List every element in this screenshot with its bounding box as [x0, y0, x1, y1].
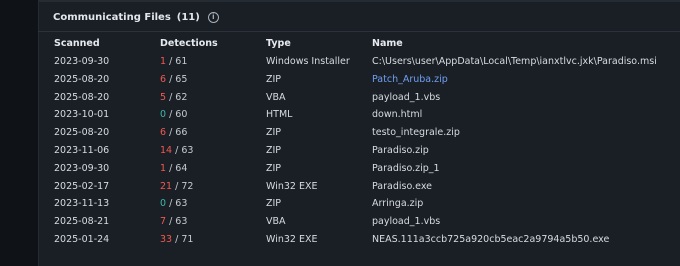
detections-total: / 64 — [166, 162, 188, 174]
file-name[interactable]: payload_1.vbs — [372, 213, 440, 231]
file-name[interactable]: Arringa.zip — [372, 195, 423, 213]
scanned-date: 2023-09-30 — [54, 162, 110, 174]
table-row[interactable]: 2025-08-20 5 / 62 VBA payload_1.vbs — [0, 89, 680, 107]
scanned-date: 2023-10-01 — [54, 109, 110, 121]
detections-hits: 33 — [160, 234, 173, 245]
file-name[interactable]: payload_1.vbs — [372, 89, 440, 107]
detections-total: / 63 — [172, 145, 194, 156]
table-row[interactable]: 2023-11-06 14 / 63 ZIP Paradiso.zip — [0, 142, 680, 160]
detections-total: / 63 — [166, 216, 188, 228]
table-row[interactable]: 2023-09-30 1 / 64 ZIP Paradiso.zip_1 — [0, 160, 680, 178]
column-header-name[interactable]: Name — [372, 35, 403, 53]
scanned-date: 2023-11-13 — [54, 198, 110, 210]
detections: 7 / 63 — [160, 213, 187, 231]
header-divider — [38, 31, 680, 32]
detections: 33 / 71 — [160, 231, 193, 249]
detections: 21 / 72 — [160, 178, 193, 196]
scanned-date: 2025-08-20 — [54, 91, 110, 103]
file-type: ZIP — [266, 145, 282, 156]
detections-total: / 71 — [172, 234, 194, 245]
table-row[interactable]: 2025-01-24 33 / 71 Win32 EXE NEAS.111a3ccb7… — [0, 231, 680, 249]
file-name-link[interactable]: Patch_Aruba.zip — [372, 71, 448, 89]
detections-total: / 72 — [172, 180, 194, 192]
file-type: ZIP — [266, 73, 282, 85]
detections-total: / 63 — [166, 198, 188, 210]
scanned-date: 2023-09-30 — [54, 56, 110, 67]
file-type: Win32 EXE — [266, 180, 318, 192]
section-title: Communicating Files — [53, 11, 171, 23]
detections-total: / 66 — [166, 127, 188, 139]
scanned-date: 2025-08-21 — [54, 216, 110, 228]
column-header-scanned[interactable]: Scanned — [54, 35, 100, 53]
detections: 6 / 65 — [160, 71, 187, 89]
table-row[interactable]: 2025-08-21 7 / 63 VBA payload_1.vbs — [0, 213, 680, 231]
section-header: Communicating Files (11) i — [53, 9, 219, 25]
file-name[interactable]: down.html — [372, 106, 422, 124]
detections: 1 / 61 — [160, 53, 187, 71]
scanned-date: 2025-08-20 — [54, 127, 110, 139]
table-row[interactable]: 2023-09-30 1 / 61 Windows Installer C:\User… — [0, 53, 680, 71]
info-icon[interactable]: i — [207, 11, 219, 23]
detections-hits: 21 — [160, 180, 173, 192]
detections: 0 / 60 — [160, 106, 187, 124]
detections-total: / 60 — [166, 109, 188, 121]
file-name[interactable]: NEAS.111a3ccb725a920cb5eac2a9794a5b50.ex… — [372, 231, 609, 249]
detections: 5 / 62 — [160, 89, 187, 107]
detections: 0 / 63 — [160, 195, 187, 213]
scanned-date: 2023-11-06 — [54, 145, 110, 156]
file-type: ZIP — [266, 198, 282, 210]
file-type: ZIP — [266, 127, 282, 139]
table-header: Scanned Detections Type Name — [0, 35, 680, 53]
file-type: HTML — [266, 109, 293, 121]
detections-total: / 62 — [166, 91, 188, 103]
table-row[interactable]: 2025-02-17 21 / 72 Win32 EXE Paradiso.exe — [0, 178, 680, 196]
table-row[interactable]: 2025-08-20 6 / 66 ZIP testo_integrale.zip — [0, 124, 680, 142]
file-name[interactable]: testo_integrale.zip — [372, 124, 460, 142]
detections-hits: 14 — [160, 145, 173, 156]
scanned-date: 2025-01-24 — [54, 234, 110, 245]
scanned-date: 2025-08-20 — [54, 73, 110, 85]
section-count: (11) — [176, 11, 200, 23]
detections: 14 / 63 — [160, 142, 193, 160]
panel-top-border — [38, 0, 680, 2]
detections: 6 / 66 — [160, 124, 187, 142]
file-type: Win32 EXE — [266, 234, 318, 245]
table-row[interactable]: 2025-08-20 6 / 65 ZIP Patch_Aruba.zip — [0, 71, 680, 89]
file-name[interactable]: Paradiso.zip_1 — [372, 160, 440, 178]
file-name[interactable]: Paradiso.zip — [372, 142, 429, 160]
file-type: ZIP — [266, 162, 282, 174]
scanned-date: 2025-02-17 — [54, 180, 110, 192]
detections-total: / 61 — [166, 56, 188, 67]
column-header-detections[interactable]: Detections — [160, 35, 218, 53]
column-header-type[interactable]: Type — [266, 35, 291, 53]
file-type: Windows Installer — [266, 56, 350, 67]
file-name[interactable]: Paradiso.exe — [372, 178, 432, 196]
detections-total: / 65 — [166, 73, 188, 85]
detections: 1 / 64 — [160, 160, 187, 178]
file-type: VBA — [266, 91, 286, 103]
file-name[interactable]: C:\Users\user\AppData\Local\Temp\ianxtlv… — [372, 53, 657, 71]
table-row[interactable]: 2023-10-01 0 / 60 HTML down.html — [0, 106, 680, 124]
table-row[interactable]: 2023-11-13 0 / 63 ZIP Arringa.zip — [0, 195, 680, 213]
file-type: VBA — [266, 216, 286, 228]
